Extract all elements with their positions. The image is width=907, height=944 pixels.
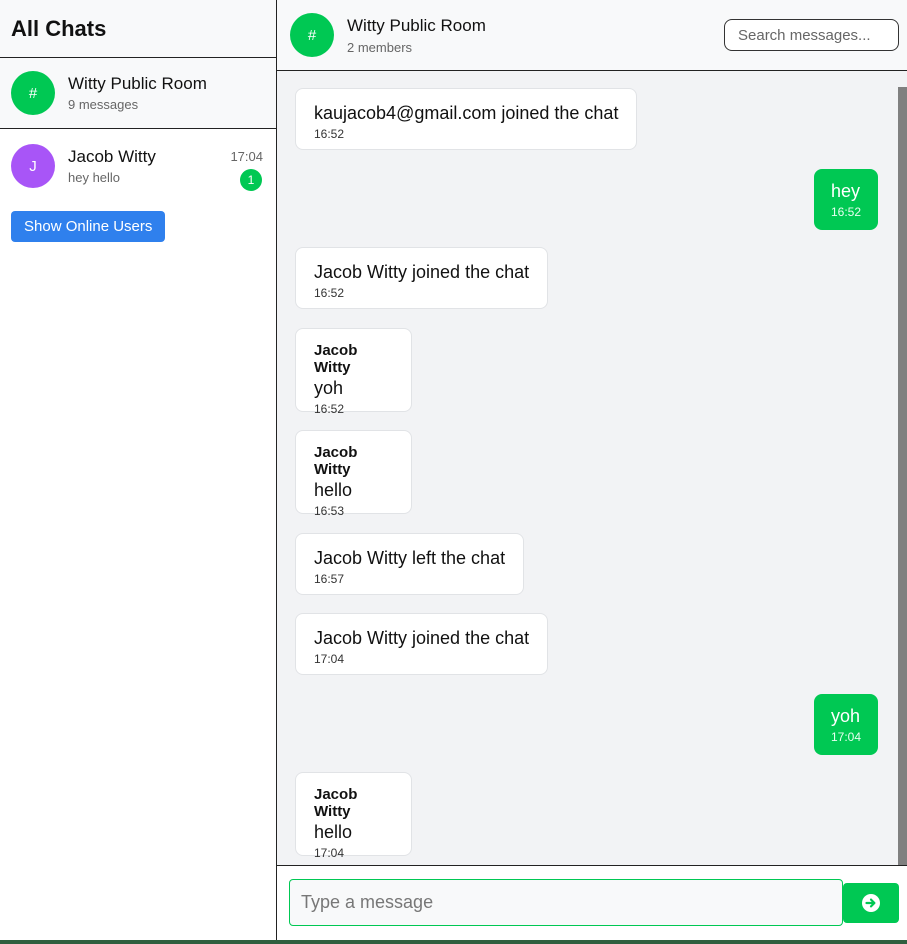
message-time: 17:04 [830,730,861,744]
message-sender: Jacob Witty [314,444,358,478]
room-avatar: # [11,71,55,115]
chat-meta: Witty Public Room 9 messages [68,74,265,112]
sidebar-title: All Chats [11,15,107,41]
chat-preview: hey hello [68,170,121,185]
message-time: 16:53 [314,504,345,518]
message-time: 17:04 [314,846,345,860]
message-bubble: Jacob Witty left the chat 16:57 [295,533,525,595]
message-list[interactable]: kaujacob4@gmail.com joined the chat 16:5… [277,71,907,865]
user-avatar: J [11,144,55,188]
message-bubble: Jacob Witty hello 17:04 [295,772,412,860]
window-bottom-edge [0,940,907,944]
chat-header: # Witty Public Room 2 members [277,0,907,71]
message-text: Jacob Witty joined the chat [314,262,530,282]
send-arrow-icon [862,894,880,912]
message-text: yoh [830,706,860,726]
message-bubble: Jacob Witty joined the chat 16:52 [295,247,549,309]
room-title: Witty Public Room [347,15,486,35]
chat-preview: 9 messages [68,97,139,112]
message-sender: Jacob Witty [314,786,358,820]
message-text: hello [314,480,353,500]
message-time: 17:04 [314,652,345,666]
message-text: yoh [314,378,344,398]
message-time: 16:52 [314,127,345,141]
message-bubble: Jacob Witty hello 16:53 [295,430,412,518]
chat-name: Witty Public Room [68,74,207,93]
message-time: 16:52 [830,205,861,219]
room-avatar: # [290,13,334,57]
chat-app: All Chats # Witty Public Room 9 messages… [0,0,907,944]
message-text: Jacob Witty left the chat [314,548,506,568]
chat-item-witty-public-room[interactable]: # Witty Public Room 9 messages [0,58,276,129]
message-bubble: Jacob Witty yoh 16:52 [295,328,412,416]
member-count: 2 members [347,39,413,55]
search-input[interactable] [724,19,899,51]
room-info: Witty Public Room 2 members [347,16,486,55]
message-input[interactable] [289,879,843,926]
message-time: 16:57 [314,572,345,586]
message-sender: Jacob Witty [314,342,358,376]
unread-badge: 1 [240,169,262,191]
message-scrollbar[interactable] [898,87,907,865]
message-text: Jacob Witty joined the chat [314,628,530,648]
message-text: kaujacob4@gmail.com joined the chat [314,103,619,123]
send-button[interactable] [843,883,899,923]
sidebar-header: All Chats [0,0,276,58]
sidebar: All Chats # Witty Public Room 9 messages… [0,0,277,940]
message-time: 16:52 [314,402,345,416]
chat-item-jacob-witty[interactable]: J Jacob Witty hey hello 17:04 1 [0,129,276,203]
message-text: hello [314,822,353,842]
message-time: 16:52 [314,286,345,300]
message-bubble-own: hey 16:52 [813,169,878,230]
message-composer [277,865,907,940]
message-bubble: kaujacob4@gmail.com joined the chat 16:5… [295,88,638,150]
chat-main: # Witty Public Room 2 members kaujacob4@… [277,0,907,940]
chat-time: 17:04 [230,149,263,164]
message-text: hey [830,181,860,201]
message-bubble-own: yoh 17:04 [813,694,878,755]
show-online-users-button[interactable]: Show Online Users [11,211,166,242]
message-bubble: Jacob Witty joined the chat 17:04 [295,613,549,675]
